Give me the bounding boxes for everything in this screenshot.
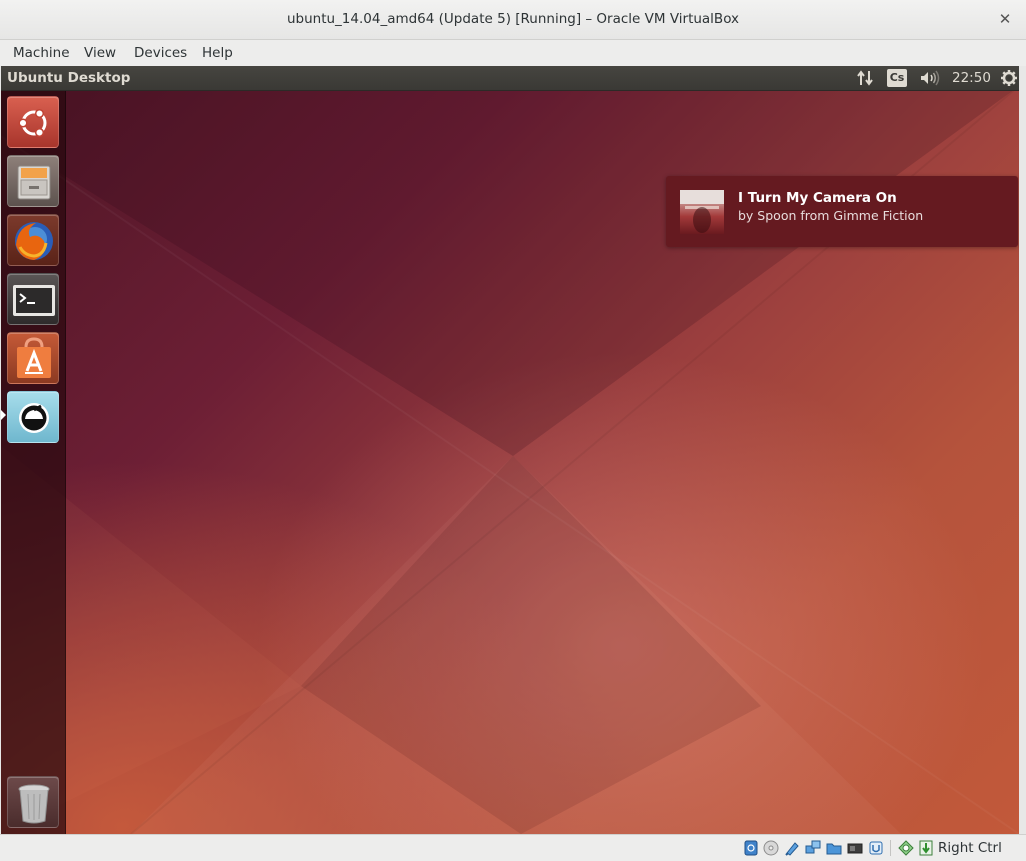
music-player-icon <box>19 403 49 433</box>
file-cabinet-icon <box>17 165 51 200</box>
usb-icon[interactable] <box>784 840 800 856</box>
panel-app-title: Ubuntu Desktop <box>7 70 131 86</box>
shopping-bag-icon <box>17 337 51 378</box>
optical-drive-icon[interactable] <box>763 840 779 856</box>
guest-additions-icon[interactable] <box>918 840 934 856</box>
guest-display[interactable]: Ubuntu Desktop Cs 22:50 I Turn My Camera… <box>1 66 1019 834</box>
volume-icon[interactable] <box>919 69 941 87</box>
menu-machine[interactable]: Machine <box>13 45 70 61</box>
menubar: Machine View Devices Help <box>0 40 1026 66</box>
close-icon[interactable]: ✕ <box>996 9 1014 29</box>
hard-disk-icon[interactable] <box>743 840 759 856</box>
launcher-terminal[interactable] <box>7 273 59 325</box>
network-icon[interactable] <box>805 840 821 856</box>
ubuntu-logo-icon <box>18 108 47 138</box>
launcher-trash[interactable] <box>7 776 59 828</box>
unity-launcher <box>1 91 66 834</box>
panel-clock[interactable]: 22:50 <box>952 70 991 86</box>
window-titlebar[interactable]: ubuntu_14.04_amd64 (Update 5) [Running] … <box>0 0 1026 40</box>
launcher-dash-home[interactable] <box>7 96 59 148</box>
mouse-integration-icon[interactable] <box>898 840 914 856</box>
display-icon[interactable] <box>847 840 863 856</box>
launcher-music-player[interactable] <box>7 391 59 443</box>
menu-view[interactable]: View <box>84 45 116 61</box>
shared-folders-icon[interactable] <box>826 840 842 856</box>
session-gear-icon[interactable] <box>1000 69 1018 87</box>
launcher-files[interactable] <box>7 155 59 207</box>
menu-devices[interactable]: Devices <box>134 45 187 61</box>
firefox-icon <box>15 222 53 260</box>
launcher-firefox[interactable] <box>7 214 59 266</box>
menu-help[interactable]: Help <box>202 45 233 61</box>
video-capture-icon[interactable] <box>868 840 884 856</box>
window-title: ubuntu_14.04_amd64 (Update 5) [Running] … <box>286 11 740 27</box>
trash-icon <box>18 784 50 824</box>
network-updown-icon[interactable] <box>856 69 874 87</box>
host-key-label[interactable]: Right Ctrl <box>938 840 1002 856</box>
statusbar-separator <box>890 840 891 856</box>
active-app-indicator <box>1 410 6 420</box>
top-panel: Ubuntu Desktop Cs 22:50 <box>1 66 1019 91</box>
launcher-software-center[interactable] <box>7 332 59 384</box>
terminal-icon <box>13 285 55 316</box>
album-art-icon <box>680 190 724 234</box>
notification-bubble: I Turn My Camera On by Spoon from Gimme … <box>666 176 1018 247</box>
statusbar: Right Ctrl <box>0 834 1026 861</box>
notification-body: by Spoon from Gimme Fiction <box>738 208 924 223</box>
keyboard-layout-icon[interactable]: Cs <box>887 69 907 87</box>
notification-title: I Turn My Camera On <box>738 190 897 206</box>
